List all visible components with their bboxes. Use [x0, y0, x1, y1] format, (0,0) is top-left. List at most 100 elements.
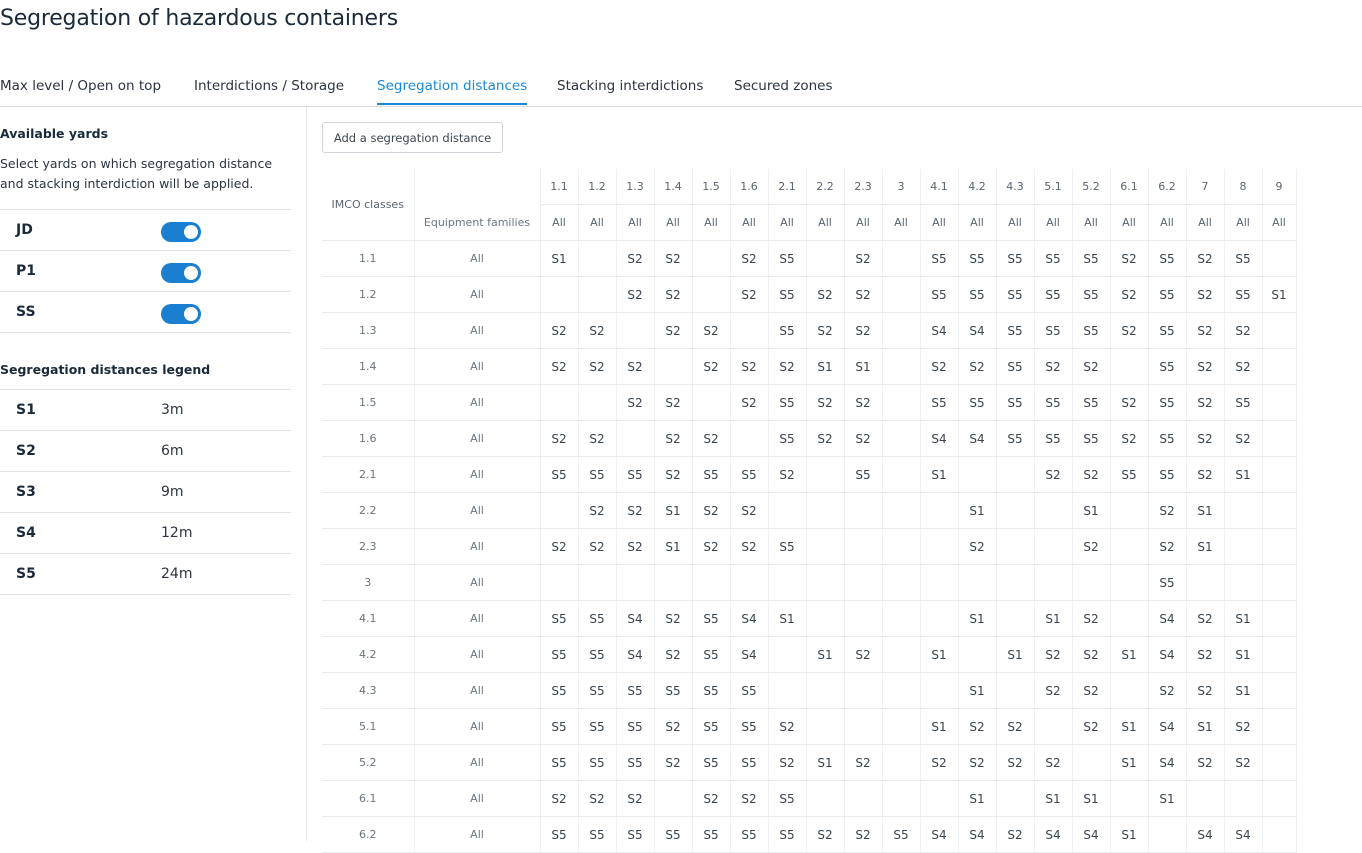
segregation-cell[interactable]: S4 — [730, 636, 769, 673]
segregation-cell[interactable] — [692, 276, 731, 313]
segregation-cell[interactable] — [1262, 816, 1297, 853]
segregation-cell[interactable] — [882, 492, 921, 529]
segregation-cell[interactable]: S5 — [654, 816, 693, 853]
segregation-cell[interactable]: S4 — [1186, 816, 1225, 853]
segregation-cell[interactable]: S2 — [1186, 744, 1225, 781]
segregation-cell[interactable]: S1 — [1224, 672, 1263, 709]
segregation-cell[interactable]: S5 — [882, 816, 921, 853]
segregation-cell[interactable]: S1 — [920, 456, 959, 493]
segregation-cell[interactable]: S4 — [1034, 816, 1073, 853]
segregation-cell[interactable]: S5 — [540, 744, 579, 781]
segregation-cell[interactable]: S5 — [692, 816, 731, 853]
segregation-cell[interactable]: S4 — [1072, 816, 1111, 853]
segregation-cell[interactable]: S2 — [996, 708, 1035, 745]
segregation-cell[interactable]: S2 — [730, 780, 769, 817]
segregation-cell[interactable] — [1186, 564, 1225, 601]
segregation-cell[interactable] — [958, 456, 997, 493]
segregation-cell[interactable]: S2 — [1224, 420, 1263, 457]
segregation-cell[interactable] — [806, 240, 845, 277]
segregation-cell[interactable] — [806, 492, 845, 529]
segregation-cell[interactable]: S5 — [1148, 384, 1187, 421]
segregation-cell[interactable]: S1 — [920, 636, 959, 673]
segregation-cell[interactable]: S2 — [844, 384, 883, 421]
segregation-cell[interactable]: S1 — [1072, 780, 1111, 817]
segregation-cell[interactable]: S2 — [1186, 600, 1225, 637]
segregation-cell[interactable]: S1 — [1072, 492, 1111, 529]
segregation-cell[interactable]: S5 — [1034, 384, 1073, 421]
segregation-cell[interactable]: S5 — [578, 600, 617, 637]
segregation-cell[interactable]: S2 — [692, 492, 731, 529]
segregation-cell[interactable]: S2 — [654, 708, 693, 745]
segregation-cell[interactable]: S5 — [692, 672, 731, 709]
segregation-cell[interactable]: S5 — [616, 708, 655, 745]
segregation-cell[interactable]: S1 — [806, 744, 845, 781]
segregation-cell[interactable]: S1 — [1224, 636, 1263, 673]
segregation-cell[interactable]: S5 — [616, 456, 655, 493]
segregation-cell[interactable]: S5 — [730, 456, 769, 493]
segregation-cell[interactable]: S2 — [692, 420, 731, 457]
segregation-cell[interactable]: S2 — [654, 276, 693, 313]
segregation-cell[interactable]: S5 — [1224, 240, 1263, 277]
segregation-cell[interactable]: S4 — [616, 636, 655, 673]
segregation-cell[interactable]: S2 — [540, 780, 579, 817]
segregation-cell[interactable] — [1110, 600, 1149, 637]
segregation-cell[interactable]: S2 — [730, 384, 769, 421]
segregation-cell[interactable] — [616, 312, 655, 349]
segregation-cell[interactable]: S5 — [1072, 276, 1111, 313]
segregation-cell[interactable]: S2 — [844, 744, 883, 781]
segregation-cell[interactable]: S2 — [806, 312, 845, 349]
segregation-cell[interactable] — [806, 600, 845, 637]
segregation-cell[interactable]: S1 — [1110, 636, 1149, 673]
segregation-cell[interactable]: S4 — [1148, 708, 1187, 745]
segregation-cell[interactable]: S1 — [1186, 528, 1225, 565]
segregation-cell[interactable]: S2 — [1186, 636, 1225, 673]
segregation-cell[interactable]: S2 — [844, 636, 883, 673]
segregation-cell[interactable]: S5 — [996, 276, 1035, 313]
segregation-cell[interactable] — [1224, 528, 1263, 565]
segregation-cell[interactable]: S5 — [730, 744, 769, 781]
segregation-cell[interactable]: S2 — [730, 240, 769, 277]
segregation-cell[interactable]: S1 — [654, 492, 693, 529]
segregation-cell[interactable] — [540, 384, 579, 421]
segregation-cell[interactable]: S5 — [844, 456, 883, 493]
segregation-cell[interactable] — [1186, 780, 1225, 817]
segregation-cell[interactable] — [768, 492, 807, 529]
segregation-cell[interactable] — [882, 600, 921, 637]
segregation-cell[interactable]: S2 — [1110, 384, 1149, 421]
segregation-cell[interactable]: S5 — [1148, 420, 1187, 457]
segregation-cell[interactable] — [882, 636, 921, 673]
segregation-cell[interactable]: S5 — [1110, 456, 1149, 493]
segregation-cell[interactable] — [692, 384, 731, 421]
segregation-cell[interactable]: S2 — [540, 348, 579, 385]
segregation-cell[interactable]: S2 — [958, 348, 997, 385]
segregation-cell[interactable]: S5 — [920, 276, 959, 313]
segregation-cell[interactable]: S1 — [958, 600, 997, 637]
segregation-cell[interactable]: S5 — [768, 816, 807, 853]
segregation-cell[interactable] — [882, 780, 921, 817]
segregation-cell[interactable] — [1262, 492, 1297, 529]
segregation-cell[interactable] — [844, 708, 883, 745]
segregation-cell[interactable]: S5 — [540, 600, 579, 637]
segregation-cell[interactable]: S2 — [654, 420, 693, 457]
segregation-cell[interactable] — [540, 276, 579, 313]
segregation-cell[interactable] — [882, 672, 921, 709]
segregation-cell[interactable]: S5 — [958, 240, 997, 277]
segregation-cell[interactable]: S5 — [768, 420, 807, 457]
segregation-cell[interactable]: S5 — [768, 312, 807, 349]
segregation-cell[interactable]: S5 — [768, 384, 807, 421]
segregation-cell[interactable]: S2 — [1072, 348, 1111, 385]
segregation-cell[interactable]: S5 — [768, 780, 807, 817]
segregation-cell[interactable]: S1 — [1224, 600, 1263, 637]
segregation-cell[interactable]: S2 — [844, 276, 883, 313]
segregation-cell[interactable]: S2 — [844, 240, 883, 277]
segregation-cell[interactable]: S2 — [996, 816, 1035, 853]
segregation-cell[interactable]: S2 — [1224, 744, 1263, 781]
segregation-cell[interactable] — [1262, 708, 1297, 745]
segregation-cell[interactable]: S2 — [1148, 672, 1187, 709]
segregation-cell[interactable]: S5 — [1034, 276, 1073, 313]
segregation-cell[interactable]: S5 — [692, 600, 731, 637]
segregation-cell[interactable]: S4 — [958, 312, 997, 349]
segregation-cell[interactable] — [1262, 744, 1297, 781]
segregation-cell[interactable]: S2 — [692, 312, 731, 349]
segregation-cell[interactable]: S4 — [920, 312, 959, 349]
